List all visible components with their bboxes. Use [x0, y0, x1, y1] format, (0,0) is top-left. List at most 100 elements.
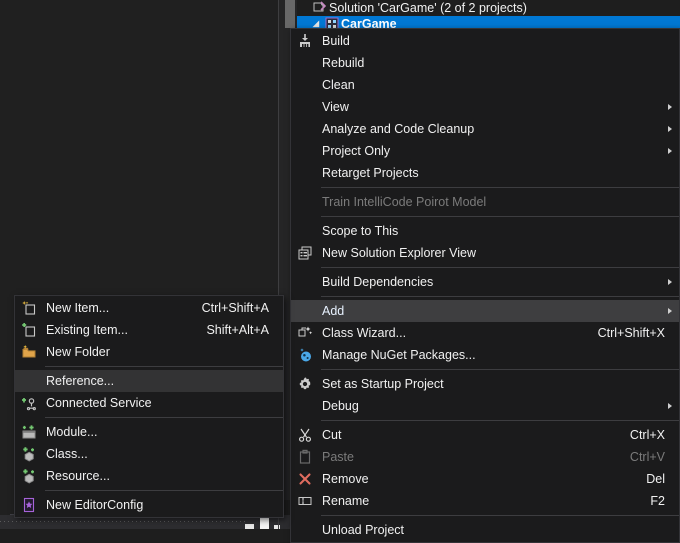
resize-grip-right [274, 525, 280, 529]
scrollbar-thumb[interactable] [285, 0, 295, 28]
menu-item-build-dependencies[interactable]: Build Dependencies [291, 271, 679, 293]
menu-item-manage-nuget-packages[interactable]: Manage NuGet Packages... [291, 344, 679, 366]
nuget-icon [291, 347, 319, 363]
module-icon [15, 424, 43, 440]
tree-row-solution[interactable]: Solution 'CarGame' (2 of 2 projects) [297, 0, 680, 16]
menu-item-new-item[interactable]: New Item... Ctrl+Shift+A [15, 297, 283, 319]
menu-item-label: Paste [322, 450, 354, 464]
solution-icon [311, 0, 329, 16]
menu-item-cut[interactable]: Cut Ctrl+X [291, 424, 679, 446]
menu-item-label: New Solution Explorer View [322, 246, 477, 260]
menu-item-label: Class Wizard... [322, 326, 407, 340]
dotted-divider [0, 521, 246, 522]
menu-item-rebuild[interactable]: Rebuild [291, 52, 679, 74]
menu-item-analyze-and-code-cleanup[interactable]: Analyze and Code Cleanup [291, 118, 679, 140]
menu-separator [321, 369, 679, 370]
menu-item-shortcut: Ctrl+V [629, 450, 665, 464]
project-context-menu[interactable]: Build Rebuild Clean View Analyze and Code Cl… [290, 28, 680, 543]
menu-item-label: Build [322, 34, 350, 48]
menu-item-shortcut: Ctrl+Shift+A [201, 301, 269, 315]
menu-separator [45, 417, 283, 418]
menu-item-remove[interactable]: Remove Del [291, 468, 679, 490]
menu-item-set-as-startup-project[interactable]: Set as Startup Project [291, 373, 679, 395]
paste-icon [291, 449, 319, 465]
menu-item-label: Train IntelliCode Poirot Model [322, 195, 487, 209]
menu-item-clean[interactable]: Clean [291, 74, 679, 96]
class-icon [15, 446, 43, 462]
menu-item-label: Remove [322, 472, 369, 486]
menu-separator [321, 267, 679, 268]
menu-item-retarget-projects[interactable]: Retarget Projects [291, 162, 679, 184]
menu-item-label: Clean [322, 78, 355, 92]
menu-item-shortcut: Ctrl+X [629, 428, 665, 442]
menu-separator [321, 216, 679, 217]
resource-icon [15, 468, 43, 484]
menu-item-scope-to-this[interactable]: Scope to This [291, 220, 679, 242]
menu-item-view[interactable]: View [291, 96, 679, 118]
menu-separator [321, 296, 679, 297]
menu-item-label: Scope to This [322, 224, 399, 238]
menu-item-shortcut: Ctrl+Shift+X [597, 326, 665, 340]
menu-item-module[interactable]: Module... [15, 421, 283, 443]
menu-item-label: Set as Startup Project [322, 377, 444, 391]
new-folder-icon [15, 344, 43, 360]
menu-item-label: Retarget Projects [322, 166, 419, 180]
menu-item-label: Module... [46, 425, 98, 439]
menu-item-class[interactable]: Class... [15, 443, 283, 465]
menu-item-new-folder[interactable]: New Folder [15, 341, 283, 363]
menu-item-shortcut: F2 [650, 494, 665, 508]
submenu-arrow-icon [668, 403, 672, 409]
menu-item-rename[interactable]: Rename F2 [291, 490, 679, 512]
menu-item-new-solution-explorer-view[interactable]: New Solution Explorer View [291, 242, 679, 264]
class-wizard-icon [291, 325, 319, 341]
existing-item-icon [15, 322, 43, 338]
menu-item-build[interactable]: Build [291, 30, 679, 52]
menu-item-reference[interactable]: Reference... [15, 370, 283, 392]
menu-item-unload-project[interactable]: Unload Project [291, 519, 679, 541]
menu-item-connected-service[interactable]: Connected Service [15, 392, 283, 414]
menu-item-shortcut: Shift+Alt+A [206, 323, 269, 337]
new-view-icon [291, 245, 319, 261]
submenu-arrow-icon [668, 148, 672, 154]
cut-icon [291, 427, 319, 443]
menu-item-shortcut: Del [646, 472, 665, 486]
menu-item-label: New Folder [46, 345, 110, 359]
menu-separator [45, 366, 283, 367]
menu-item-label: Debug [322, 399, 359, 413]
menu-item-label: Build Dependencies [322, 275, 434, 289]
submenu-arrow-icon [668, 308, 672, 314]
menu-item-label: Rename [322, 494, 370, 508]
menu-item-debug[interactable]: Debug [291, 395, 679, 417]
menu-item-label: Manage NuGet Packages... [322, 348, 476, 362]
menu-item-label: Cut [322, 428, 342, 442]
menu-item-label: Existing Item... [46, 323, 128, 337]
expander-icon[interactable]: ◢ [309, 20, 323, 28]
menu-item-existing-item[interactable]: Existing Item... Shift+Alt+A [15, 319, 283, 341]
menu-item-project-only[interactable]: Project Only [291, 140, 679, 162]
menu-item-label: Project Only [322, 144, 391, 158]
add-submenu[interactable]: New Item... Ctrl+Shift+A Existing Item... S… [14, 295, 284, 518]
submenu-arrow-icon [668, 279, 672, 285]
tree-row-label: Solution 'CarGame' (2 of 2 projects) [329, 1, 527, 15]
menu-separator [321, 187, 679, 188]
menu-item-label: Resource... [46, 469, 110, 483]
menu-item-label: Class... [46, 447, 88, 461]
gear-icon [291, 376, 319, 392]
menu-item-class-wizard[interactable]: Class Wizard... Ctrl+Shift+X [291, 322, 679, 344]
resize-grip-left [245, 524, 254, 529]
menu-item-paste: Paste Ctrl+V [291, 446, 679, 468]
menu-item-label: View [322, 100, 349, 114]
menu-item-add[interactable]: Add [291, 300, 679, 322]
menu-item-label: New Item... [46, 301, 110, 315]
menu-item-label: Rebuild [322, 56, 365, 70]
menu-item-new-editorconfig[interactable]: New EditorConfig [15, 494, 283, 516]
editorconfig-icon [15, 497, 43, 513]
remove-icon [291, 471, 319, 487]
menu-item-train-intellicode-poirot-model: Train IntelliCode Poirot Model [291, 191, 679, 213]
rename-icon [291, 493, 319, 509]
menu-separator [45, 490, 283, 491]
submenu-arrow-icon [668, 104, 672, 110]
new-item-icon [15, 300, 43, 316]
menu-item-resource[interactable]: Resource... [15, 465, 283, 487]
menu-separator [321, 515, 679, 516]
